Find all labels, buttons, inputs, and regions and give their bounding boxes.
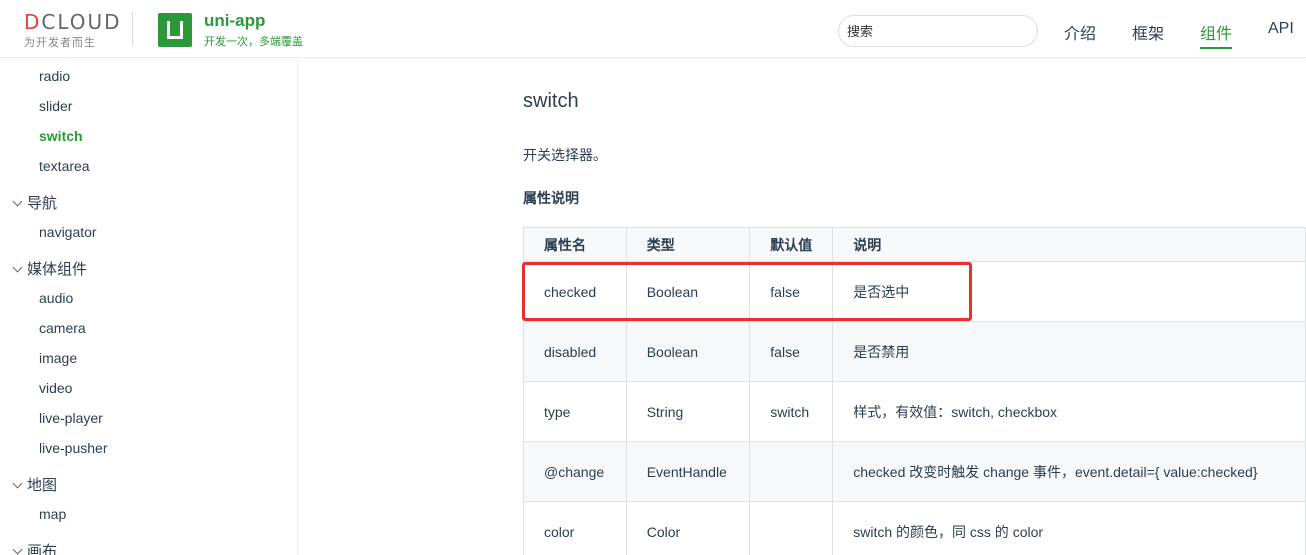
table-cell: @change (523, 441, 627, 502)
sidebar-group-label: 画布 (27, 543, 58, 555)
table-header-cell: 说明 (832, 227, 1306, 262)
table-header-cell: 默认值 (749, 227, 834, 262)
chevron-down-icon (12, 478, 23, 489)
table-cell: disabled (523, 321, 627, 382)
table-row: @change EventHandle checked 改变时触发 change… (523, 441, 1306, 502)
sidebar-item-image[interactable]: image (39, 350, 77, 366)
table-cell: false (749, 261, 834, 322)
chevron-down-icon (12, 544, 23, 555)
search-input[interactable] (838, 15, 1038, 47)
table-cell: 是否禁用 (832, 321, 1306, 382)
uni-app-logo-icon[interactable] (158, 13, 192, 47)
sidebar-item-live-pusher[interactable]: live-pusher (39, 440, 107, 456)
chevron-down-icon (12, 262, 23, 273)
sidebar-group-media[interactable]: 媒体组件 (12, 258, 88, 279)
table-cell: false (749, 321, 834, 382)
table-cell: switch (749, 381, 834, 442)
sidebar-item-navigator[interactable]: navigator (39, 224, 97, 240)
dcloud-logo-d: D (24, 10, 42, 34)
nav-intro[interactable]: 介绍 (1064, 20, 1096, 44)
sidebar-item-map[interactable]: map (39, 506, 66, 522)
dcloud-logo-text: CLOUD (41, 10, 122, 34)
table-cell: color (523, 501, 627, 555)
sidebar-group-map[interactable]: 地图 (12, 474, 58, 495)
table-row: disabled Boolean false 是否禁用 (523, 321, 1306, 382)
attributes-table: 属性名 类型 默认值 说明 checked Boolean false 是否选中… (523, 227, 1306, 555)
nav-api[interactable]: API (1268, 20, 1294, 38)
table-cell: Boolean (625, 261, 751, 322)
sidebar-group-canvas[interactable]: 画布 (12, 540, 58, 555)
sidebar: radio slider switch textarea 导航 navigato… (0, 59, 298, 555)
sidebar-item-textarea[interactable]: textarea (39, 158, 90, 174)
sidebar-group-label: 导航 (27, 195, 58, 212)
sidebar-item-camera[interactable]: camera (39, 320, 86, 336)
page-description: 开关选择器。 (523, 147, 607, 163)
section-title: 属性说明 (523, 190, 579, 206)
table-cell: Boolean (625, 321, 751, 382)
sidebar-item-video[interactable]: video (39, 380, 72, 396)
dcloud-tagline: 为开发者而生 (24, 37, 96, 49)
table-row: checked Boolean false 是否选中 (523, 261, 1306, 322)
sidebar-item-switch[interactable]: switch (39, 128, 83, 144)
table-row: color Color switch 的颜色，同 css 的 color (523, 501, 1306, 555)
table-cell (749, 501, 834, 555)
sidebar-item-radio[interactable]: radio (39, 68, 70, 84)
table-cell: String (625, 381, 751, 442)
table-cell: EventHandle (625, 441, 751, 502)
table-cell: 是否选中 (832, 261, 1306, 322)
table-cell: type (523, 381, 627, 442)
sidebar-item-audio[interactable]: audio (39, 290, 73, 306)
page-title: switch (523, 90, 579, 112)
top-header: DCLOUD 为开发者而生 uni-app 开发一次，多端覆盖 介绍 框架 组件… (0, 0, 1306, 58)
table-cell: 样式，有效值：switch, checkbox (832, 381, 1306, 442)
table-cell: checked 改变时触发 change 事件，event.detail={ v… (832, 441, 1306, 502)
table-header-cell: 属性名 (523, 227, 627, 262)
table-cell: checked (523, 261, 627, 322)
table-cell: switch 的颜色，同 css 的 color (832, 501, 1306, 555)
nav-framework[interactable]: 框架 (1132, 20, 1164, 44)
chevron-down-icon (12, 196, 23, 207)
sidebar-item-slider[interactable]: slider (39, 98, 72, 114)
app-title[interactable]: uni-app (204, 11, 265, 31)
table-header-cell: 类型 (625, 227, 751, 262)
sidebar-item-live-player[interactable]: live-player (39, 410, 103, 426)
table-header-row: 属性名 类型 默认值 说明 (523, 227, 1306, 262)
dcloud-logo[interactable]: DCLOUD 为开发者而生 (24, 10, 124, 49)
table-row: type String switch 样式，有效值：switch, checkb… (523, 381, 1306, 442)
sidebar-group-label: 媒体组件 (27, 261, 88, 278)
table-cell (749, 441, 834, 502)
app-subtitle: 开发一次，多端覆盖 (204, 36, 303, 48)
logo-divider (132, 12, 133, 46)
nav-components[interactable]: 组件 (1200, 20, 1233, 49)
table-cell: Color (625, 501, 751, 555)
sidebar-group-navigation[interactable]: 导航 (12, 192, 58, 213)
sidebar-group-label: 地图 (27, 477, 58, 494)
